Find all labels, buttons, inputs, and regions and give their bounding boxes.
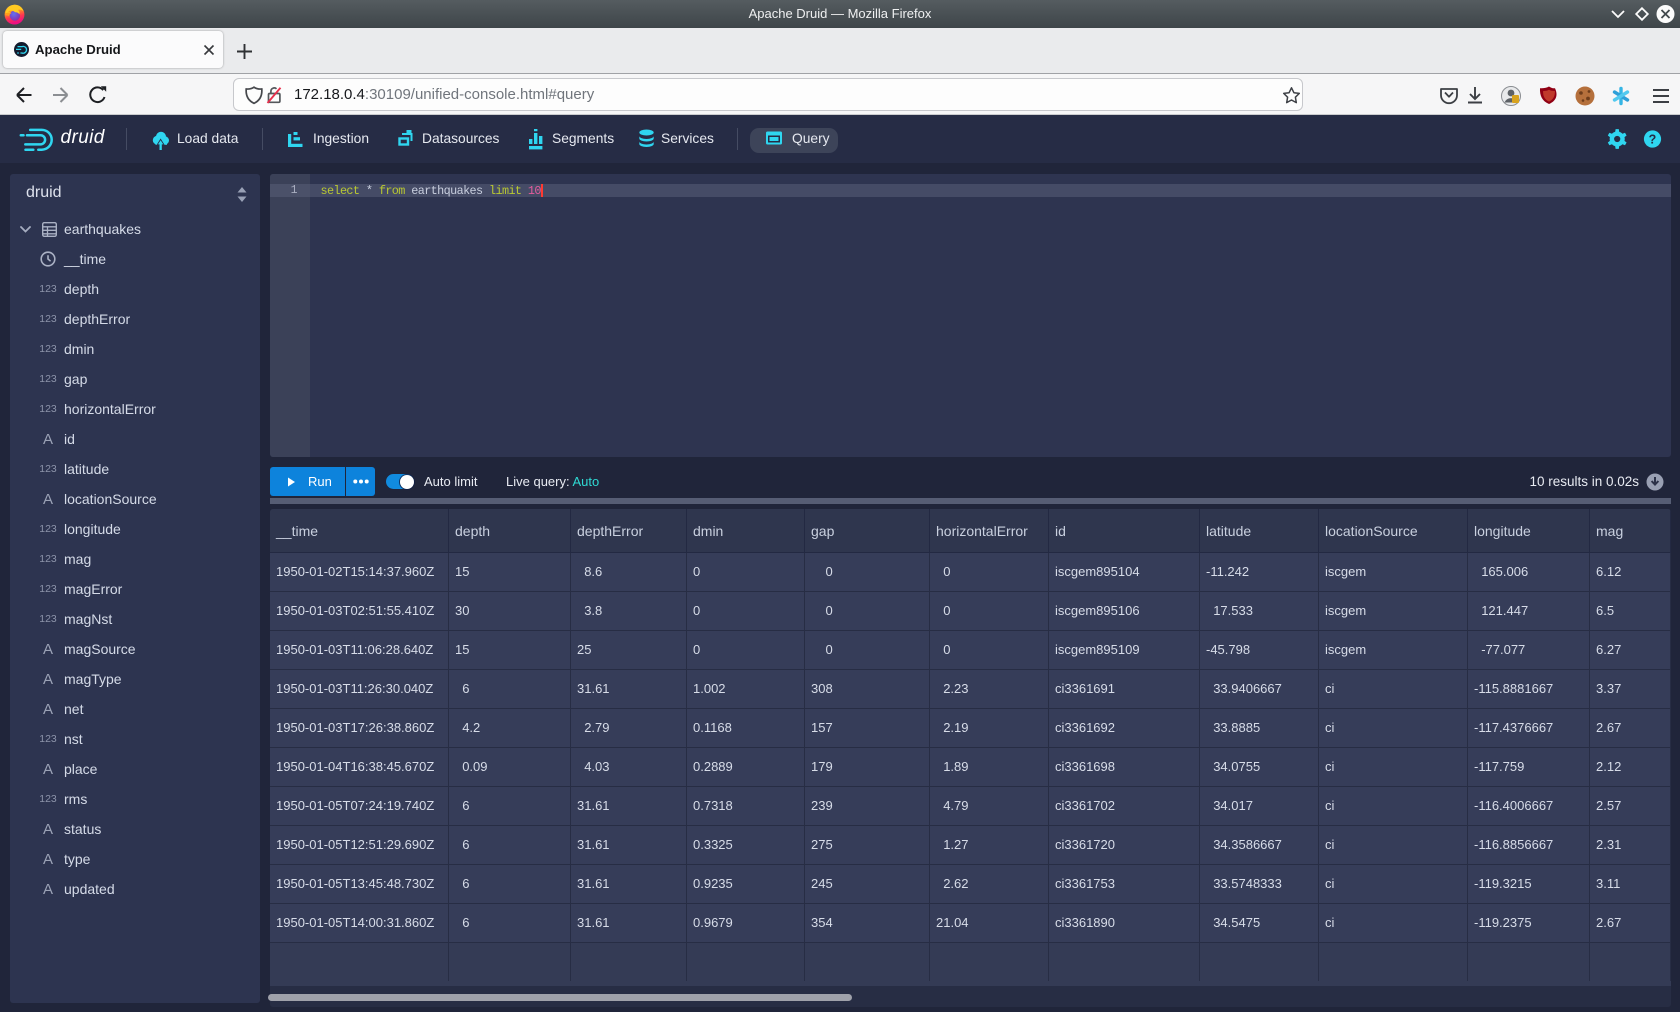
svg-text:?: ? bbox=[1649, 132, 1657, 146]
